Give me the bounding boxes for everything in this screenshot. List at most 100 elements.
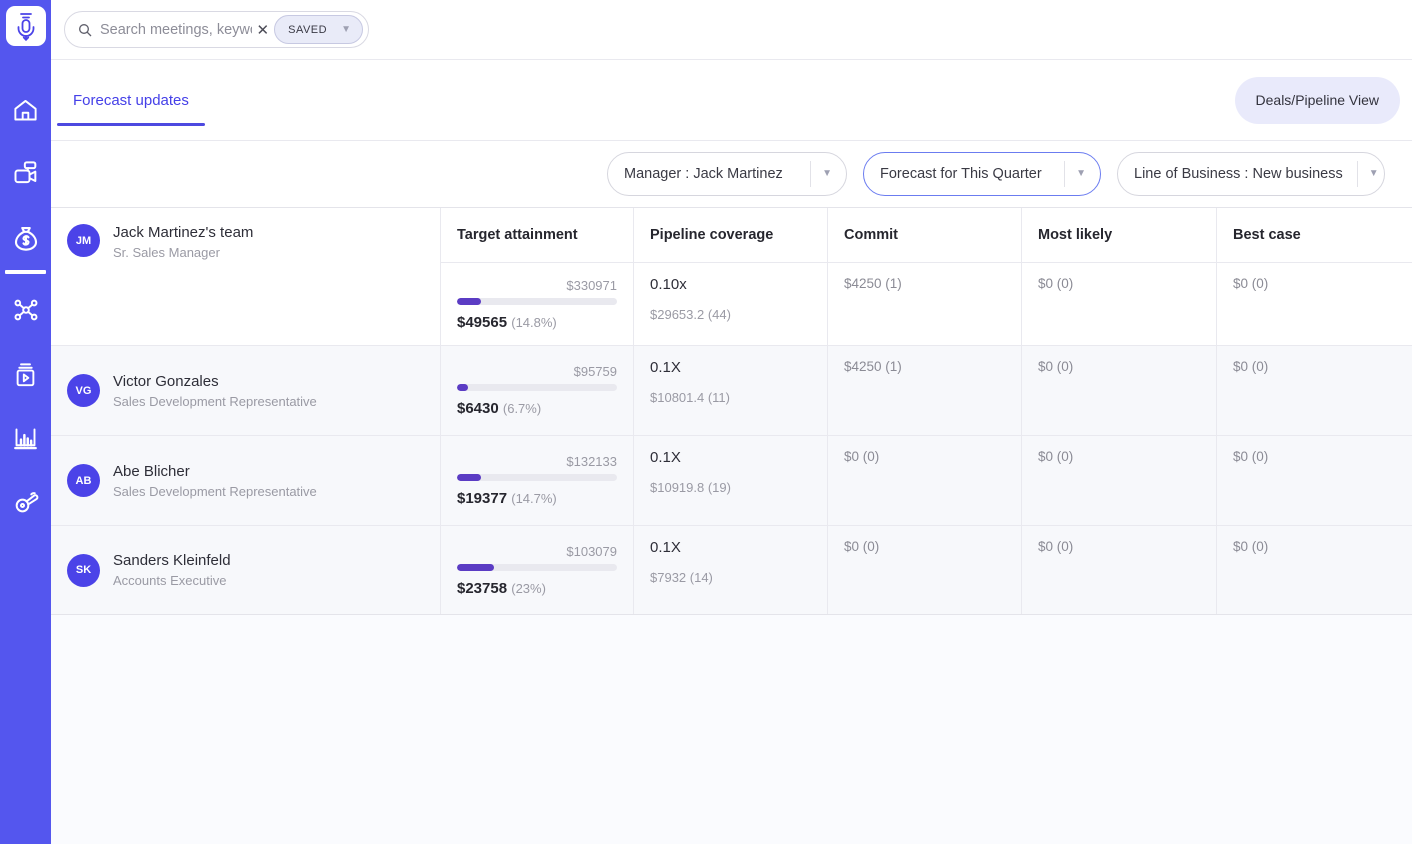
person-name: Jack Martinez's team — [113, 224, 253, 241]
attainment-progress-bar — [457, 384, 617, 391]
best-case-cell: $0 (0) — [1216, 436, 1412, 526]
best-case-cell: $0 (0) — [1216, 526, 1412, 614]
attainment-value: $6430 — [457, 400, 499, 417]
chevron-down-icon: ▼ — [810, 161, 846, 187]
attainment-value: $49565 — [457, 314, 507, 331]
attainment-progress-bar — [457, 474, 617, 481]
pipeline-coverage-cell: 0.1X $10801.4 (11) — [633, 346, 827, 436]
attainment-progress-bar — [457, 298, 617, 305]
sidebar-item-recordings[interactable] — [0, 350, 51, 398]
person-role: Sales Development Representative — [113, 484, 317, 499]
best-case-cell: $0 (0) — [1216, 263, 1412, 346]
person-name: Sanders Kleinfeld — [113, 552, 231, 569]
most-likely-cell: $0 (0) — [1021, 263, 1216, 346]
tab-forecast-updates[interactable]: Forecast updates — [57, 60, 205, 140]
best-case-cell: $0 (0) — [1216, 346, 1412, 436]
saved-filter-dropdown[interactable]: SAVED ▼ — [274, 15, 363, 44]
top-search-bar: ✕ SAVED ▼ — [51, 0, 1412, 60]
sidebar-item-deals[interactable] — [0, 214, 51, 262]
person-name: Victor Gonzales — [113, 373, 317, 390]
app-root: ✕ SAVED ▼ Forecast updates Deals/Pipelin… — [0, 0, 1412, 844]
target-attainment-cell: $103079 $23758 (23%) — [440, 526, 633, 614]
attainment-progress-bar — [457, 564, 617, 571]
line-of-business-label: Line of Business : New business — [1134, 166, 1343, 182]
clear-search-icon[interactable]: ✕ — [256, 21, 275, 39]
attainment-value: $19377 — [457, 490, 507, 507]
target-attainment-cell: $132133 $19377 (14.7%) — [440, 436, 633, 526]
avatar: VG — [67, 374, 100, 407]
target-total: $103079 — [457, 544, 617, 559]
table-row-person-jack-martinez[interactable]: JM Jack Martinez's team Sr. Sales Manage… — [51, 208, 440, 346]
most-likely-cell: $0 (0) — [1021, 346, 1216, 436]
sidebar — [0, 0, 51, 844]
attainment-progress-fill — [457, 298, 481, 305]
person-role: Accounts Executive — [113, 573, 231, 588]
target-total: $95759 — [457, 364, 617, 379]
sidebar-item-meetings[interactable] — [0, 150, 51, 198]
pipeline-detail: $29653.2 (44) — [650, 307, 811, 322]
person-info: Victor Gonzales Sales Development Repres… — [113, 373, 317, 409]
forecast-period-label: Forecast for This Quarter — [880, 166, 1050, 182]
sidebar-item-coaching[interactable] — [0, 478, 51, 526]
forecast-period-dropdown[interactable]: Forecast for This Quarter ▼ — [863, 152, 1101, 196]
attainment-pct: (14.8%) — [511, 315, 557, 330]
pipeline-multiplier: 0.1X — [650, 449, 811, 466]
person-role: Sales Development Representative — [113, 394, 317, 409]
sidebar-item-analytics[interactable] — [0, 414, 51, 462]
line-of-business-dropdown[interactable]: Line of Business : New business ▼ — [1117, 152, 1385, 196]
home-icon — [12, 97, 39, 124]
tab-row: Forecast updates Deals/Pipeline View — [51, 60, 1412, 141]
sidebar-nav — [0, 86, 51, 542]
target-attainment-cell: $95759 $6430 (6.7%) — [440, 346, 633, 436]
avatar: AB — [67, 464, 100, 497]
attainment-pct: (14.7%) — [511, 491, 557, 506]
person-role: Sr. Sales Manager — [113, 245, 253, 260]
attainment-pct: (6.7%) — [503, 401, 541, 416]
main-content: ✕ SAVED ▼ Forecast updates Deals/Pipelin… — [51, 0, 1412, 844]
search-input[interactable] — [93, 22, 256, 38]
pipeline-coverage-cell: 0.1X $10919.8 (19) — [633, 436, 827, 526]
sidebar-item-scorecards[interactable] — [0, 286, 51, 334]
play-recordings-icon — [12, 361, 39, 388]
chevron-down-icon: ▼ — [1357, 161, 1393, 187]
pipeline-multiplier: 0.1X — [650, 539, 811, 556]
money-bag-icon — [11, 223, 41, 253]
attainment-value: $23758 — [457, 580, 507, 597]
commit-cell: $4250 (1) — [827, 263, 1021, 346]
commit-cell: $4250 (1) — [827, 346, 1021, 436]
attainment-progress-fill — [457, 384, 468, 391]
table-row-person-sanders-kleinfeld[interactable]: SK Sanders Kleinfeld Accounts Executive — [51, 526, 440, 614]
microphone-logo-icon — [13, 11, 39, 41]
pipeline-multiplier: 0.1X — [650, 359, 811, 376]
sidebar-item-home[interactable] — [0, 86, 51, 134]
manager-filter-dropdown[interactable]: Manager : Jack Martinez ▼ — [607, 152, 847, 196]
column-header-target-attainment: Target attainment — [440, 208, 633, 263]
network-nodes-icon — [12, 296, 40, 324]
person-info: Abe Blicher Sales Development Representa… — [113, 463, 317, 499]
pipeline-detail: $10919.8 (19) — [650, 480, 811, 495]
target-total: $330971 — [457, 278, 617, 293]
search-icon — [77, 22, 93, 38]
most-likely-cell: $0 (0) — [1021, 436, 1216, 526]
avatar: JM — [67, 224, 100, 257]
commit-cell: $0 (0) — [827, 436, 1021, 526]
pipeline-coverage-cell: 0.10x $29653.2 (44) — [633, 263, 827, 346]
deals-pipeline-view-button[interactable]: Deals/Pipeline View — [1235, 77, 1400, 124]
whistle-icon — [12, 488, 40, 516]
person-name: Abe Blicher — [113, 463, 317, 480]
column-header-commit: Commit — [827, 208, 1021, 263]
pipeline-multiplier: 0.10x — [650, 276, 811, 293]
person-info: Jack Martinez's team Sr. Sales Manager — [113, 224, 253, 329]
pipeline-detail: $10801.4 (11) — [650, 390, 811, 405]
manager-filter-label: Manager : Jack Martinez — [624, 166, 796, 182]
commit-cell: $0 (0) — [827, 526, 1021, 614]
person-info: Sanders Kleinfeld Accounts Executive — [113, 552, 231, 588]
table-row-person-victor-gonzales[interactable]: VG Victor Gonzales Sales Development Rep… — [51, 346, 440, 436]
video-meeting-icon — [12, 160, 40, 188]
app-logo[interactable] — [6, 6, 46, 46]
table-row-person-abe-blicher[interactable]: AB Abe Blicher Sales Development Represe… — [51, 436, 440, 526]
target-total: $132133 — [457, 454, 617, 469]
search-box[interactable]: ✕ SAVED ▼ — [64, 11, 369, 48]
saved-label: SAVED — [288, 24, 327, 36]
avatar: SK — [67, 554, 100, 587]
